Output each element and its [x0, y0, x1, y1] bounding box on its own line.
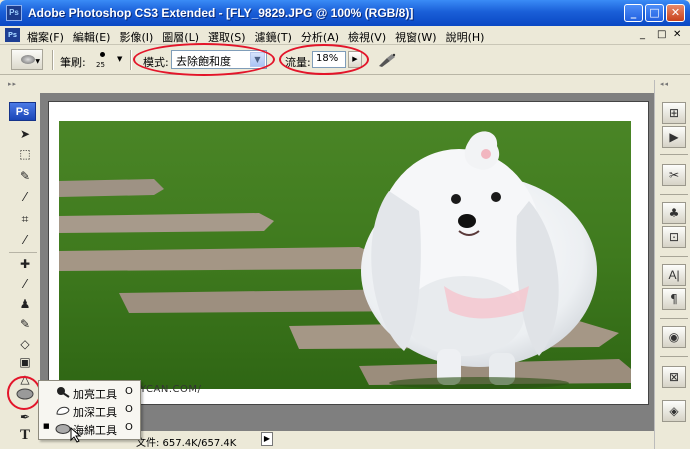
flow-input[interactable]: 18% [312, 51, 346, 68]
sponge-tool-icon[interactable] [16, 386, 34, 404]
brush-picker[interactable]: 25 [92, 51, 114, 71]
doc-close-button[interactable]: ✕ [673, 29, 681, 40]
toolbox-divider [9, 252, 37, 253]
channels-panel-icon[interactable]: ◉ [662, 326, 686, 348]
brush-tip-icon [100, 52, 105, 57]
quick-selection-tool-icon[interactable]: ⁄ [16, 188, 34, 206]
dock-divider [660, 356, 688, 357]
selected-marker-icon: ■ [43, 422, 50, 430]
doc-minimize-button[interactable]: _ [640, 29, 645, 40]
mode-value: 去除飽和度 [176, 55, 231, 68]
dodge-tool-shortcut: O [125, 386, 133, 397]
character-panel-icon[interactable]: A| [662, 264, 686, 286]
divider [52, 50, 54, 70]
minimize-button[interactable]: _ [624, 4, 643, 22]
panel-dock: ◂◂ ⊞ ▶ ✂ ♣ ⊡ A| ¶ ◉ ⊠ ◈ [654, 80, 690, 449]
transform-panel-icon[interactable]: ⊠ [662, 366, 686, 388]
brush-label: 筆刷: [60, 56, 86, 69]
menu-select[interactable]: 選取(S) [208, 29, 246, 45]
workspace-header [40, 80, 654, 93]
pen-tool-icon[interactable]: ✒ [16, 408, 34, 426]
menu-window[interactable]: 視窗(W) [395, 29, 436, 45]
menu-view[interactable]: 檢視(V) [348, 29, 386, 45]
menu-analysis[interactable]: 分析(A) [301, 29, 339, 45]
document-icon[interactable]: Ps [5, 28, 20, 42]
photoshop-app-icon: Ps [6, 5, 22, 21]
document-canvas[interactable] [48, 101, 649, 405]
crop-tool-icon[interactable]: ⌗ [16, 210, 34, 228]
menu-help[interactable]: 說明(H) [446, 29, 485, 45]
mouse-cursor-icon [70, 426, 82, 443]
chevron-down-icon: ▼ [250, 52, 265, 67]
layers-panel-icon[interactable]: ◈ [662, 400, 686, 422]
options-bar: ▼ 筆刷: 25 ▼ 模式: 去除飽和度 ▼ 流量: 18% ▶ [0, 43, 690, 76]
healing-brush-tool-icon[interactable]: ✚ [16, 255, 34, 273]
eyedropper-tool-icon[interactable]: ⁄ [16, 231, 34, 249]
menu-layer[interactable]: 圖層(L) [162, 29, 199, 45]
clone-stamp-tool-icon[interactable]: ♟ [16, 295, 34, 313]
flow-label: 流量: [285, 56, 311, 69]
dock-grip[interactable]: ◂◂ [660, 80, 669, 88]
toning-tools-flyout: 加亮工具 O 加深工具 O ■ 海綿工具 O [38, 380, 141, 440]
document-size-info: 文件: 657.4K/657.4K [136, 438, 237, 449]
burn-tool-shortcut: O [125, 404, 133, 415]
dodge-tool-item[interactable]: 加亮工具 O [39, 383, 140, 401]
histogram-panel-icon[interactable]: ▶ [662, 126, 686, 148]
airbrush-icon[interactable] [377, 52, 397, 68]
move-tool-icon[interactable]: ➤ [16, 125, 34, 143]
brushes-panel-icon[interactable]: ♣ [662, 202, 686, 224]
menu-image[interactable]: 影像(I) [119, 29, 153, 45]
dodge-tool-label: 加亮工具 [73, 388, 117, 401]
mode-select[interactable]: 去除飽和度 ▼ [171, 50, 267, 69]
flow-slider-button[interactable]: ▶ [348, 51, 362, 68]
toolbox-grip[interactable]: ▸▸ [8, 80, 36, 90]
photoshop-logo[interactable]: Ps [9, 102, 36, 121]
burn-tool-item[interactable]: 加深工具 O [39, 401, 140, 419]
maximize-button[interactable]: □ [645, 4, 664, 22]
sponge-icon [21, 55, 35, 64]
navigator-panel-icon[interactable]: ⊞ [662, 102, 686, 124]
brush-size: 25 [96, 61, 105, 69]
tool-preset-picker[interactable]: ▼ [11, 49, 43, 70]
title-bar: Ps Adobe Photoshop CS3 Extended - [FLY_9… [0, 0, 690, 26]
history-brush-tool-icon[interactable]: ✎ [16, 315, 34, 333]
doc-restore-button[interactable]: □ [657, 29, 666, 40]
brush-dropdown-icon[interactable]: ▼ [117, 55, 122, 63]
paragraph-panel-icon[interactable]: ¶ [662, 288, 686, 310]
marquee-tool-icon[interactable]: ⬚ [16, 145, 34, 163]
burn-tool-label: 加深工具 [73, 406, 117, 419]
menu-filter[interactable]: 濾鏡(T) [255, 29, 292, 45]
dock-divider [660, 194, 688, 195]
window-title: Adobe Photoshop CS3 Extended - [FLY_9829… [28, 6, 414, 20]
menu-edit[interactable]: 編輯(E) [73, 29, 111, 45]
tools-panel-icon[interactable]: ✂ [662, 164, 686, 186]
eraser-tool-icon[interactable]: ◇ [16, 335, 34, 353]
brush-tool-icon[interactable]: ⁄ [16, 275, 34, 293]
dodge-icon [55, 386, 71, 398]
dock-divider [660, 318, 688, 319]
type-tool-icon[interactable]: T [16, 426, 34, 444]
toolbox: ▸▸ Ps ➤ ⬚ ✎ ⁄ ⌗ ⁄ ✚ ⁄ ♟ ✎ ◇ ▣ △ ✒ T [4, 80, 41, 449]
dropdown-arrow-icon: ▼ [35, 58, 40, 65]
sponge-icon [55, 422, 71, 434]
dog-photo[interactable] [59, 121, 631, 389]
lasso-tool-icon[interactable]: ✎ [16, 167, 34, 185]
burn-icon [55, 404, 71, 416]
mode-label: 模式: [143, 56, 169, 69]
menu-file[interactable]: 檔案(F) [27, 29, 64, 45]
sponge-tool-shortcut: O [125, 422, 133, 433]
dock-divider [660, 256, 688, 257]
close-button[interactable]: ✕ [666, 4, 685, 22]
watermark-text: YCAN.COM/ [140, 384, 202, 395]
menu-bar: Ps 檔案(F) 編輯(E) 影像(I) 圖層(L) 選取(S) 濾鏡(T) 分… [0, 26, 690, 45]
gradient-tool-icon[interactable]: ▣ [16, 353, 34, 371]
divider [130, 50, 132, 70]
flow-value: 18% [316, 53, 339, 64]
dock-divider [660, 154, 688, 155]
sponge-tool-item[interactable]: ■ 海綿工具 O [39, 419, 140, 437]
clone-source-panel-icon[interactable]: ⊡ [662, 226, 686, 248]
status-menu-button[interactable]: ▶ [261, 432, 273, 446]
